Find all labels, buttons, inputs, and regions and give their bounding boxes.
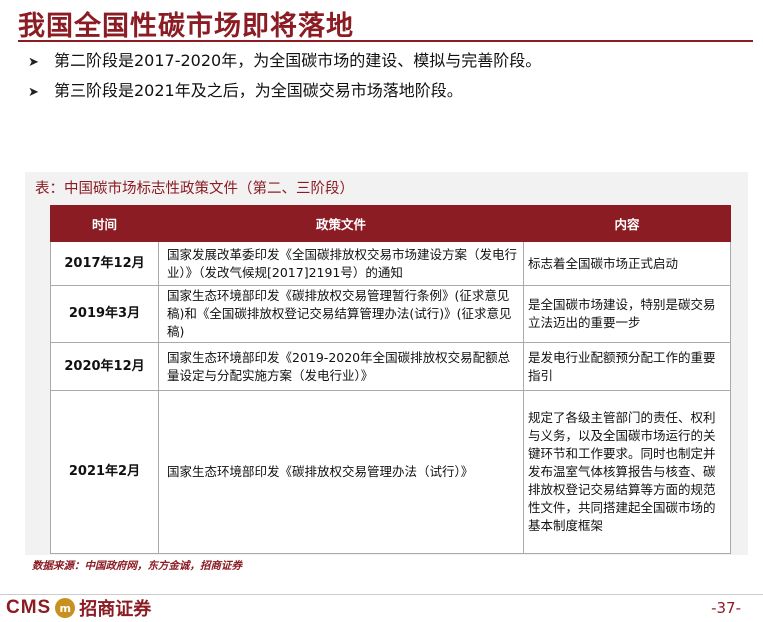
logo-chinese: 招商证券	[79, 599, 152, 620]
cell-policy-doc: 国家发展改革委印发《全国碳排放权交易市场建设方案（发电行业）》（发改气候规[20…	[158, 241, 524, 286]
bullet-list: ➤ 第二阶段是2017-2020年，为全国碳市场的建设、模拟与完善阶段。 ➤ 第三阶…	[28, 46, 541, 106]
cell-policy-doc: 国家生态环境部印发《碳排放权交易管理暂行条例》(征求意见稿)和《全国碳排放权登记…	[158, 285, 524, 343]
cell-content: 规定了各级主管部门的责任、权利与义务，以及全国碳市场运行的关键环节和工作要求。同…	[523, 390, 731, 554]
table-row: 2017年12月 国家发展改革委印发《全国碳排放权交易市场建设方案（发电行业）》…	[50, 241, 731, 286]
cell-content: 是全国碳市场建设，特别是碳交易立法迈出的重要一步	[523, 285, 731, 343]
cell-content: 是发电行业配额预分配工作的重要指引	[523, 342, 731, 391]
cell-time: 2019年3月	[50, 285, 159, 343]
header-content: 内容	[523, 205, 731, 242]
cell-time: 2017年12月	[50, 241, 159, 286]
bullet-item: ➤ 第三阶段是2021年及之后，为全国碳交易市场落地阶段。	[28, 76, 541, 106]
page-title: 我国全国性碳市场即将落地	[18, 11, 354, 42]
bullet-text: 第三阶段是2021年及之后，为全国碳交易市场落地阶段。	[54, 81, 463, 100]
table-caption: 表：中国碳市场标志性政策文件（第二、三阶段）	[35, 181, 354, 197]
cell-time: 2020年12月	[50, 342, 159, 391]
header-time: 时间	[50, 205, 159, 242]
arrow-bullet-icon: ➤	[28, 85, 39, 100]
bullet-text: 第二阶段是2017-2020年，为全国碳市场的建设、模拟与完善阶段。	[54, 51, 542, 70]
table-row: 2021年2月 国家生态环境部印发《碳排放权交易管理办法（试行）》 规定了各级主…	[50, 390, 731, 554]
logo-badge-icon: m	[55, 598, 76, 618]
bullet-item: ➤ 第二阶段是2017-2020年，为全国碳市场的建设、模拟与完善阶段。	[28, 46, 541, 76]
table-row: 2019年3月 国家生态环境部印发《碳排放权交易管理暂行条例》(征求意见稿)和《…	[50, 285, 731, 343]
cms-logo: CMS m 招商证券	[6, 596, 151, 620]
header-policy-doc: 政策文件	[158, 205, 524, 242]
data-source-note: 数据来源：中国政府网，东方金诚，招商证券	[32, 560, 242, 572]
cell-policy-doc: 国家生态环境部印发《碳排放权交易管理办法（试行）》	[158, 390, 524, 554]
table-header-row: 时间 政策文件 内容	[50, 205, 731, 242]
cell-policy-doc: 国家生态环境部印发《2019-2020年全国碳排放权交易配额总量设定与分配实施方…	[158, 342, 524, 391]
table-row: 2020年12月 国家生态环境部印发《2019-2020年全国碳排放权交易配额总…	[50, 342, 731, 391]
logo-latin: CMS	[6, 597, 52, 618]
policy-table: 时间 政策文件 内容 2017年12月 国家发展改革委印发《全国碳排放权交易市场…	[50, 205, 731, 554]
cell-time: 2021年2月	[50, 390, 159, 554]
page-number: -37-	[711, 599, 741, 617]
title-underline	[18, 40, 753, 42]
arrow-bullet-icon: ➤	[28, 55, 39, 70]
cell-content: 标志着全国碳市场正式启动	[523, 241, 731, 286]
